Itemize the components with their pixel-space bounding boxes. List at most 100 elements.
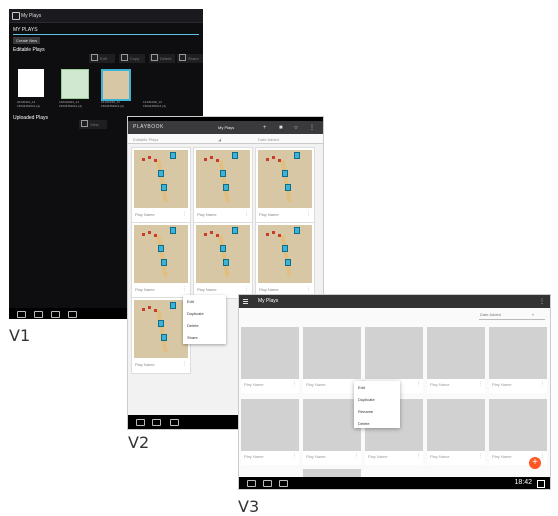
card-overflow-icon[interactable]: ⋮ <box>416 453 421 459</box>
share-button[interactable]: Share <box>177 54 203 63</box>
card-overflow-icon[interactable]: ⋮ <box>182 211 187 217</box>
search-icon[interactable]: ○ <box>294 125 298 131</box>
menu-share[interactable]: Share <box>187 335 198 340</box>
card-overflow-icon[interactable]: ⋮ <box>182 286 187 292</box>
card-overflow-icon[interactable]: ⋮ <box>354 453 359 459</box>
v1-app-bar: My Plays <box>9 9 203 23</box>
player-marker <box>204 158 207 161</box>
back-icon[interactable] <box>17 311 26 318</box>
player-marker <box>294 227 300 234</box>
menu-edit[interactable]: Edit <box>187 299 194 304</box>
play-name: Play Name <box>259 212 279 217</box>
card-overflow-icon[interactable]: ⋮ <box>292 453 297 459</box>
menu-duplicate[interactable]: Duplicate <box>358 397 375 402</box>
copy-button[interactable]: Copy <box>119 54 145 63</box>
play-name: Play Name <box>197 287 217 292</box>
card-overflow-icon[interactable]: ⋮ <box>182 361 187 367</box>
menu-duplicate[interactable]: Duplicate <box>187 311 204 316</box>
edit-button[interactable]: Edit <box>89 54 115 63</box>
play-card[interactable]: Play Name⋮ <box>131 147 191 224</box>
card-overflow-icon[interactable]: ⋮ <box>292 381 297 387</box>
sort-date-added[interactable]: Date Added <box>258 137 279 142</box>
play-card[interactable]: Play Name⋮ <box>489 327 547 393</box>
card-overflow-icon[interactable]: ⋮ <box>540 453 545 459</box>
create-new-button[interactable]: Create New <box>13 37 41 44</box>
filter-dropdown-icon[interactable]: ◢ <box>218 137 221 142</box>
add-icon[interactable]: + <box>263 125 267 131</box>
menu-delete[interactable]: Delete <box>187 323 199 328</box>
player-marker <box>266 158 269 161</box>
player-marker <box>161 259 167 266</box>
play-card[interactable]: Play Name⋮ <box>427 327 485 393</box>
card-overflow-icon[interactable]: ⋮ <box>540 381 545 387</box>
recents-icon[interactable] <box>51 311 60 318</box>
play-name: Play Name <box>306 454 326 459</box>
play-card[interactable]: Play Name⋮ <box>255 222 315 299</box>
play-card[interactable]: Play Name⋮ <box>193 147 253 224</box>
play-card[interactable]: Play Name ⋮ <box>489 399 547 465</box>
play-card[interactable]: Play Name⋮ <box>241 399 299 465</box>
card-overflow-icon[interactable]: ⋮ <box>244 286 249 292</box>
player-marker <box>148 156 151 159</box>
play-card[interactable]: Play Name⋮ <box>241 327 299 393</box>
play-card[interactable]: Play Name ⋮ <box>255 147 315 224</box>
home-icon[interactable] <box>152 419 161 426</box>
folder-icon[interactable]: ■ <box>279 125 283 131</box>
more-vert-icon[interactable]: ⋮ <box>539 298 545 305</box>
dropdown-arrow-icon[interactable]: ▾ <box>532 312 534 317</box>
recents-icon[interactable] <box>170 419 179 426</box>
card-overflow-icon[interactable]: ⋮ <box>306 211 311 217</box>
more-vert-icon[interactable]: ⋮ <box>309 125 315 131</box>
screenshot-icon[interactable] <box>68 311 77 318</box>
player-marker <box>282 170 288 177</box>
play-name: Play Name <box>430 454 450 459</box>
home-icon[interactable] <box>34 311 43 318</box>
filter-editable[interactable]: Editable Plays <box>133 137 158 142</box>
copy-icon <box>121 54 128 61</box>
player-marker <box>158 320 164 327</box>
card-overflow-icon[interactable]: ⋮ <box>306 286 311 292</box>
menu-delete[interactable]: Delete <box>358 421 370 426</box>
play-card[interactable] <box>303 469 361 477</box>
play-map-thumbnail <box>258 150 312 208</box>
menu-rename[interactable]: Rename <box>358 409 373 414</box>
play-thumbnail-selected[interactable] <box>101 69 131 101</box>
delete-button[interactable]: Delete <box>149 54 175 63</box>
eye-icon <box>81 120 88 127</box>
v1-uploaded-heading: Uploaded Plays <box>13 115 49 121</box>
menu-edit[interactable]: Edit <box>358 385 365 390</box>
card-overflow-icon[interactable]: ⋮ <box>478 453 483 459</box>
play-thumbnail[interactable] <box>18 69 44 97</box>
play-name: Play Name <box>492 454 512 459</box>
play-card[interactable]: Play Name ⋮ <box>303 399 361 465</box>
play-card[interactable]: Play Name⋮ <box>303 327 361 393</box>
play-card[interactable]: Play Name⋮ <box>131 222 191 299</box>
v2-brand: PLAYBOOK <box>133 124 164 130</box>
card-overflow-icon[interactable]: ⋮ <box>244 211 249 217</box>
sort-dropdown[interactable]: Date Added <box>480 312 501 317</box>
play-map-thumbnail <box>196 150 250 208</box>
recents-icon[interactable] <box>279 480 288 487</box>
play-map-thumbnail <box>134 150 188 208</box>
play-map-thumbnail <box>134 225 188 283</box>
player-marker <box>220 245 226 252</box>
menu-icon[interactable] <box>243 299 248 300</box>
play-name: Play Name <box>135 362 155 367</box>
thumbnail-caption: 1413044R_14 15034452014.ply <box>143 100 167 108</box>
v3-app-bar: My Plays ⋮ <box>239 295 550 308</box>
play-card[interactable]: Play Name ⋮ <box>131 297 191 374</box>
home-icon[interactable] <box>263 480 272 487</box>
play-card[interactable]: Play Name ⋮ <box>193 222 253 299</box>
add-play-fab[interactable]: + <box>529 457 541 469</box>
v3-context-menu: Edit Duplicate Rename Delete <box>354 381 400 428</box>
back-icon[interactable] <box>136 419 145 426</box>
card-overflow-icon[interactable]: ⋮ <box>478 381 483 387</box>
play-thumbnail[interactable] <box>61 69 89 99</box>
v2-context-menu: Edit Duplicate Delete Share <box>183 295 226 344</box>
play-card[interactable]: Play Name ⋮ <box>427 399 485 465</box>
view-button[interactable]: View <box>79 120 107 129</box>
back-icon[interactable] <box>247 480 256 487</box>
sort-underline <box>479 319 545 320</box>
card-overflow-icon[interactable]: ⋮ <box>416 381 421 387</box>
player-marker <box>204 233 207 236</box>
